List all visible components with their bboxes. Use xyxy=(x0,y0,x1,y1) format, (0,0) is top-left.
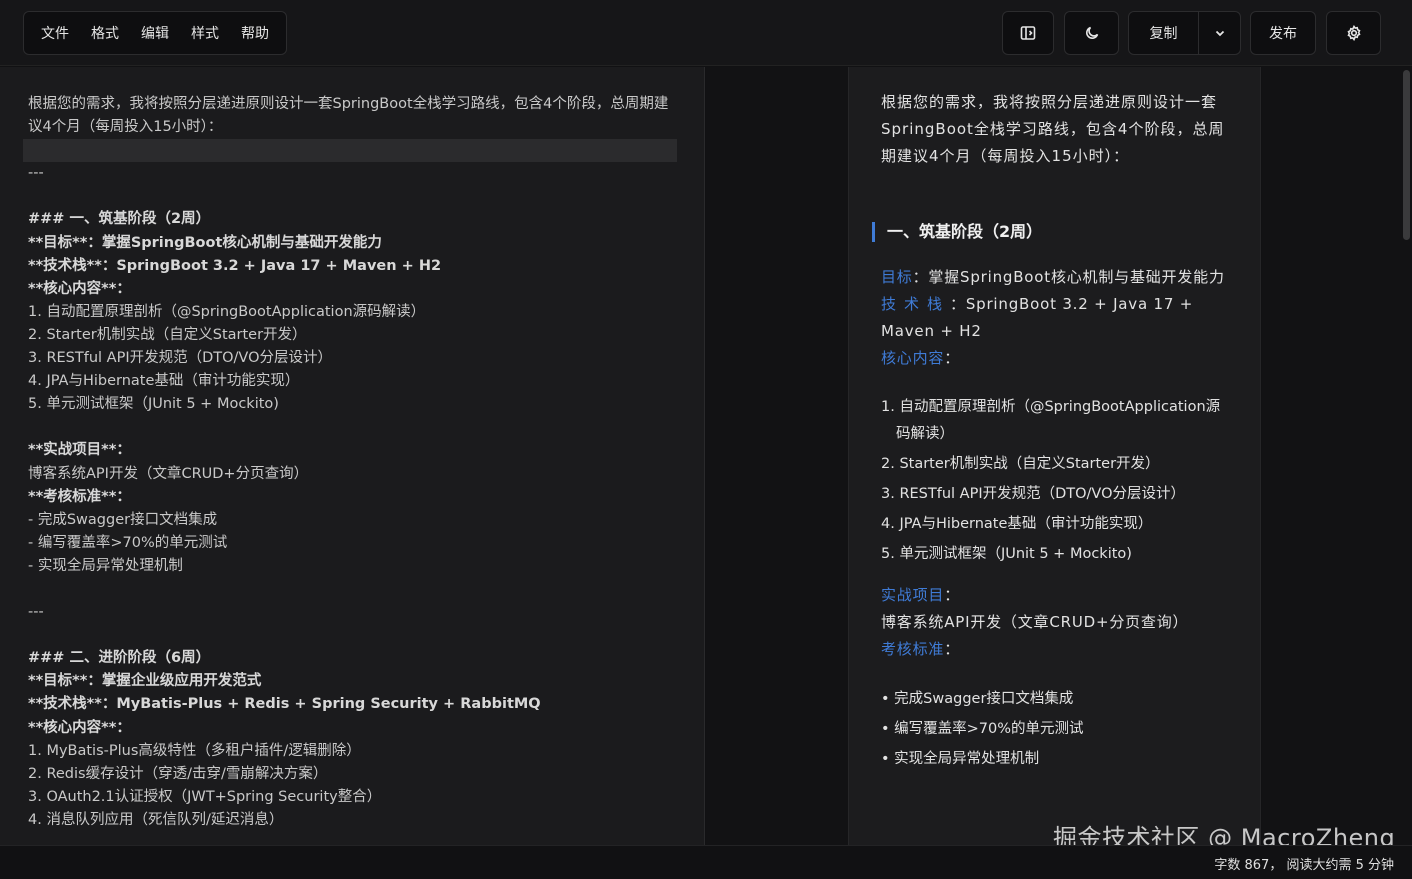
editor-line[interactable]: **目标**：掌握企业级应用开发范式 xyxy=(28,670,678,693)
editor-line[interactable]: 2. Starter机制实战（自定义Starter开发） xyxy=(28,324,678,347)
content-label: 核心内容 xyxy=(881,349,945,367)
menu-file[interactable]: 文件 xyxy=(30,12,80,54)
editor-content[interactable]: 根据您的需求，我将按照分层递进原则设计一套SpringBoot全栈学习路线，包含… xyxy=(23,93,678,832)
menu-edit[interactable]: 编辑 xyxy=(130,12,180,54)
editor-line[interactable]: 博客系统API开发（文章CRUD+分页查询） xyxy=(28,463,678,486)
editor-line[interactable]: - 实现全局异常处理机制 xyxy=(28,555,678,578)
gear-icon xyxy=(1346,25,1361,41)
editor-line[interactable]: 3. RESTful API开发规范（DTO/VO分层设计） xyxy=(28,347,678,370)
list-item: • 实现全局异常处理机制 xyxy=(881,751,1040,767)
editor-line[interactable] xyxy=(28,624,678,647)
list-item: • 编写覆盖率>70%的单元测试 xyxy=(881,721,1084,737)
editor-line[interactable]: 4. JPA与Hibernate基础（审计功能实现） xyxy=(28,370,678,393)
preview-project-text: 博客系统API开发（文章CRUD+分页查询） xyxy=(881,613,1189,631)
editor-line[interactable]: 5. 单元测试框架（JUnit 5 + Mockito) xyxy=(28,393,678,416)
preview-stack: 技术栈：SpringBoot 3.2 + Java 17 + Maven + H… xyxy=(881,291,1233,345)
list-item: 2. Starter机制实战（自定义Starter开发） xyxy=(881,456,1160,472)
right-margin xyxy=(1262,67,1412,845)
stack-label: 技术栈 xyxy=(881,295,951,313)
editor-line[interactable]: 3. OAuth2.1认证授权（JWT+Spring Security整合） xyxy=(28,786,678,809)
preview-goal: 目标：掌握SpringBoot核心机制与基础开发能力 xyxy=(881,264,1233,291)
word-count-status: 字数 867， 阅读大约需 5 分钟 xyxy=(1214,858,1394,873)
project-label: 实战项目 xyxy=(881,586,945,604)
menu-help[interactable]: 帮助 xyxy=(230,12,280,54)
preview-exam-label: 考核标准： xyxy=(881,636,1233,663)
list-item: 3. RESTful API开发规范（DTO/VO分层设计） xyxy=(881,486,1186,502)
editor-line[interactable]: **目标**：掌握SpringBoot核心机制与基础开发能力 xyxy=(28,232,678,255)
project-colon: ： xyxy=(944,586,961,604)
editor-line[interactable] xyxy=(28,416,678,439)
preview-heading: 一、筑基阶段（2周） xyxy=(872,222,1224,242)
preview-content-label: 核心内容： xyxy=(881,345,1233,372)
list-item: 1. 自动配置原理剖析（@SpringBootApplication源码解读） xyxy=(881,399,1221,442)
editor-line[interactable]: --- xyxy=(28,601,678,624)
preview-content: 根据您的需求，我将按照分层递进原则设计一套SpringBoot全栈学习路线，包含… xyxy=(872,89,1233,776)
pane-gutter xyxy=(706,67,848,845)
exam-label: 考核标准 xyxy=(881,640,945,658)
editor-line[interactable]: 根据您的需求，我将按照分层递进原则设计一套SpringBoot全栈学习路线，包含… xyxy=(28,93,678,139)
goal-label: 目标 xyxy=(881,268,913,286)
editor-line[interactable]: **实战项目**： xyxy=(28,439,678,462)
list-item: 5. 单元测试框架（JUnit 5 + Mockito) xyxy=(881,546,1132,562)
moon-icon xyxy=(1085,26,1098,39)
top-toolbar: 文件 格式 编辑 样式 帮助 复制 发布 xyxy=(0,0,1412,66)
editor-line[interactable]: 1. MyBatis-Plus高级特性（多租户插件/逻辑删除） xyxy=(28,740,678,763)
exam-colon: ： xyxy=(944,640,961,658)
sidebar-panel-icon xyxy=(1020,26,1036,40)
chevron-down-icon xyxy=(1215,30,1224,37)
menu-bar: 文件 格式 编辑 样式 帮助 xyxy=(23,11,287,55)
goal-text: ：掌握SpringBoot核心机制与基础开发能力 xyxy=(912,268,1225,286)
editor-line[interactable] xyxy=(28,578,678,601)
list-item: • 完成Swagger接口文档集成 xyxy=(881,691,1074,707)
editor-line[interactable]: 2. Redis缓存设计（穿透/击穿/雪崩解决方案） xyxy=(28,763,678,786)
preview-project-label: 实战项目： xyxy=(881,582,1233,609)
content-list: 1. 自动配置原理剖析（@SpringBootApplication源码解读） … xyxy=(881,394,1233,568)
editor-line[interactable]: 4. 消息队列应用（死信队列/延迟消息） xyxy=(28,809,678,832)
editor-line[interactable]: - 完成Swagger接口文档集成 xyxy=(28,509,678,532)
settings-button[interactable] xyxy=(1326,11,1381,55)
preview-pane: 根据您的需求，我将按照分层递进原则设计一套SpringBoot全栈学习路线，包含… xyxy=(848,67,1261,845)
list-item: 4. JPA与Hibernate基础（审计功能实现） xyxy=(881,516,1153,532)
menu-style[interactable]: 样式 xyxy=(180,12,230,54)
editor-line[interactable]: --- xyxy=(28,162,678,185)
editor-line[interactable] xyxy=(28,185,678,208)
copy-dropdown-button[interactable] xyxy=(1199,12,1240,54)
scrollbar-thumb[interactable] xyxy=(1403,70,1410,240)
publish-button[interactable]: 发布 xyxy=(1250,11,1316,55)
editor-line[interactable]: ### 二、进阶阶段（6周） xyxy=(28,647,678,670)
editor-line[interactable]: ### 一、筑基阶段（2周） xyxy=(28,208,678,231)
editor-line[interactable] xyxy=(23,139,677,163)
copy-button[interactable]: 复制 xyxy=(1129,12,1199,54)
editor-line[interactable]: - 编写覆盖率>70%的单元测试 xyxy=(28,532,678,555)
status-bar: 字数 867， 阅读大约需 5 分钟 xyxy=(0,845,1412,879)
markdown-editor[interactable]: 根据您的需求，我将按照分层递进原则设计一套SpringBoot全栈学习路线，包含… xyxy=(0,67,705,845)
menu-format[interactable]: 格式 xyxy=(80,12,130,54)
sidebar-toggle-button[interactable] xyxy=(1002,11,1054,55)
theme-toggle-button[interactable] xyxy=(1064,11,1119,55)
exam-list: • 完成Swagger接口文档集成 • 编写覆盖率>70%的单元测试 • 实现全… xyxy=(881,686,1233,773)
editor-line[interactable]: **技术栈**：SpringBoot 3.2 + Java 17 + Maven… xyxy=(28,255,678,278)
editor-line[interactable]: **核心内容**： xyxy=(28,278,678,301)
editor-line[interactable]: 1. 自动配置原理剖析（@SpringBootApplication源码解读） xyxy=(28,301,678,324)
copy-split-button: 复制 xyxy=(1128,11,1241,55)
preview-intro: 根据您的需求，我将按照分层递进原则设计一套SpringBoot全栈学习路线，包含… xyxy=(881,93,1225,165)
editor-line[interactable]: **考核标准**： xyxy=(28,486,678,509)
editor-line[interactable]: **核心内容**： xyxy=(28,717,678,740)
content-colon: ： xyxy=(944,349,961,367)
editor-line[interactable]: **技术栈**：MyBatis-Plus + Redis + Spring Se… xyxy=(28,693,678,716)
